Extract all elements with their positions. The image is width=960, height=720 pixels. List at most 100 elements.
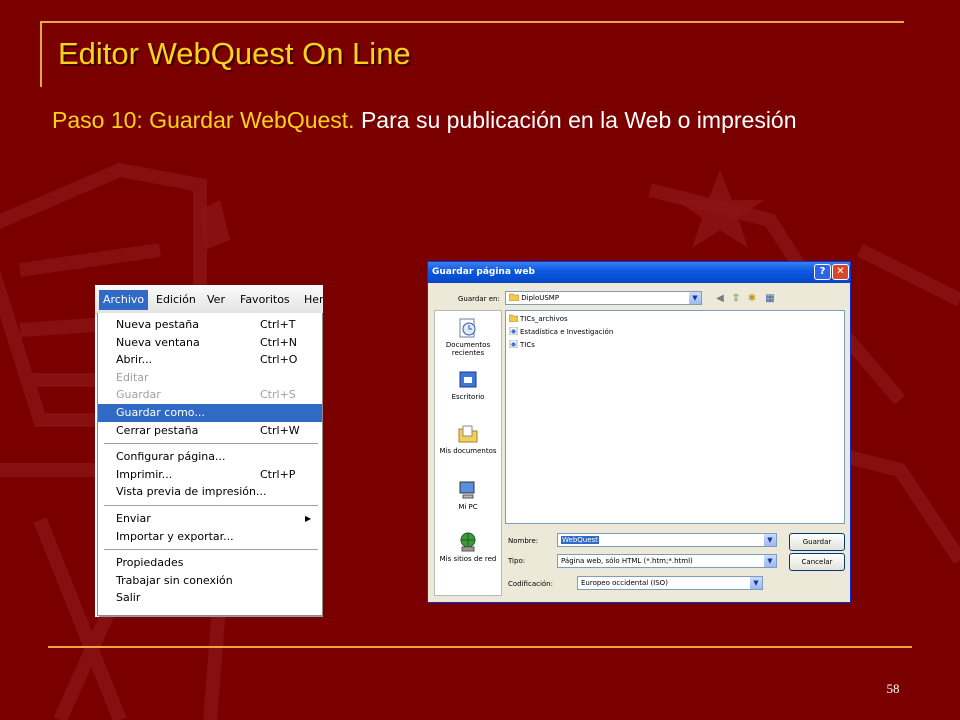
dialog-title: Guardar página web: [432, 267, 535, 277]
menu-item-configurar-pagina[interactable]: Configurar página...: [98, 448, 322, 466]
menu-edicion[interactable]: Edición: [152, 291, 200, 309]
my-computer-icon: [459, 481, 475, 499]
bottom-rule: [48, 646, 912, 648]
save-in-label: Guardar en:: [458, 295, 500, 303]
list-item[interactable]: TICs_archivos: [509, 313, 568, 325]
network-places-icon: [460, 532, 476, 552]
menu-item-shortcut: Ctrl+O: [260, 353, 298, 367]
menu-archivo[interactable]: Archivo: [99, 290, 149, 310]
save-page-dialog: Guardar página web ? ✕ Guardar en: Diplo…: [427, 261, 851, 603]
submenu-arrow-icon: ▶: [305, 513, 312, 523]
file-name: Estadística e Investigación: [520, 328, 614, 336]
file-name: TICs: [520, 341, 535, 349]
place-label: Escritorio: [451, 393, 485, 401]
encoding-value: Europeo occidental (ISO): [581, 579, 668, 587]
save-in-dropdown[interactable]: DiploUSMP ▼: [505, 291, 702, 305]
list-item[interactable]: TICs: [509, 339, 535, 351]
places-bar: Documentos recientes Escritorio Mis docu…: [434, 310, 502, 596]
file-list: TICs_archivos Estadística e Investigació…: [505, 310, 845, 524]
page-number: 58: [886, 681, 900, 696]
menu-item-nueva-ventana[interactable]: Nueva ventana Ctrl+N: [98, 334, 322, 352]
new-folder-icon[interactable]: ✱: [746, 293, 758, 305]
menu-item-guardar-como[interactable]: Guardar como...: [98, 403, 322, 422]
menu-item-trabajar-sin-conexion[interactable]: Trabajar sin conexión: [98, 572, 322, 590]
place-label: Mis sitios de red: [439, 555, 497, 563]
chevron-down-icon[interactable]: ▼: [764, 534, 776, 546]
list-item[interactable]: Estadística e Investigación: [509, 326, 613, 338]
place-escritorio[interactable]: Escritorio: [435, 369, 501, 401]
slide-title: Editor WebQuest On Line: [58, 36, 411, 71]
file-name-label: Nombre:: [508, 537, 539, 545]
menu-item-cerrar-pestana[interactable]: Cerrar pestaña Ctrl+W: [98, 422, 322, 440]
place-mis-documentos[interactable]: Mis documentos: [435, 423, 501, 455]
file-name-input[interactable]: WebQuest ▼: [557, 533, 777, 547]
file-type-select[interactable]: Página web, sólo HTML (*.htm;*.html) ▼: [557, 554, 777, 568]
place-mis-sitios-de-red[interactable]: Mis sitios de red: [435, 531, 501, 563]
up-folder-icon[interactable]: ⇧: [730, 293, 742, 305]
menu-item-abrir[interactable]: Abrir... Ctrl+O: [98, 351, 322, 369]
encoding-select[interactable]: Europeo occidental (ISO) ▼: [577, 576, 763, 590]
step-lead: Paso 10: Guardar WebQuest.: [52, 107, 355, 133]
menu-item-guardar: Guardar Ctrl+S: [98, 386, 322, 404]
step-description: Paso 10: Guardar WebQuest. Para su publi…: [52, 103, 852, 137]
top-rule: [40, 21, 904, 23]
menu-separator: [104, 443, 318, 445]
my-documents-icon: [458, 425, 478, 443]
place-label: Mi PC: [458, 503, 478, 511]
menu-item-shortcut: Ctrl+P: [260, 467, 296, 481]
place-label: Documentos recientes: [445, 341, 491, 357]
place-mi-pc[interactable]: Mi PC: [435, 479, 501, 511]
chevron-down-icon[interactable]: ▼: [689, 292, 701, 304]
menu-item-label: Importar y exportar...: [116, 529, 234, 543]
menu-item-nueva-pestana[interactable]: Nueva pestaña Ctrl+T: [98, 316, 322, 334]
file-type-label: Tipo:: [508, 557, 526, 565]
menu-item-shortcut: Ctrl+N: [260, 335, 298, 349]
folder-icon: [508, 293, 520, 302]
folder-icon: [509, 314, 518, 322]
save-in-value: DiploUSMP: [521, 294, 560, 302]
menu-item-shortcut: Ctrl+T: [260, 318, 296, 331]
left-rule: [40, 21, 42, 87]
menu-item-imprimir[interactable]: Imprimir... Ctrl+P: [98, 466, 322, 484]
help-button[interactable]: ?: [814, 264, 831, 280]
close-button[interactable]: ✕: [832, 264, 849, 280]
cancel-button[interactable]: Cancelar: [789, 553, 845, 571]
back-icon[interactable]: ◀: [714, 293, 726, 305]
encoding-label: Codificación:: [508, 580, 553, 588]
menu-item-label: Salir: [116, 591, 141, 605]
archivo-dropdown: Nueva pestaña Ctrl+T Nueva ventana Ctrl+N …: [97, 313, 323, 616]
menu-item-shortcut: Ctrl+W: [260, 423, 300, 437]
menu-item-label: Abrir...: [116, 353, 153, 367]
menu-separator: [104, 504, 318, 506]
menu-item-editar: Editar: [98, 369, 322, 387]
menu-item-label: Vista previa de impresión...: [116, 485, 267, 499]
dialog-titlebar: Guardar página web ? ✕: [428, 262, 850, 283]
menu-item-label: Enviar: [116, 511, 151, 525]
menu-item-salir[interactable]: Salir: [98, 589, 322, 607]
menu-item-importar-exportar[interactable]: Importar y exportar...: [98, 528, 322, 546]
chevron-down-icon[interactable]: ▼: [764, 555, 776, 567]
file-name: TICs_archivos: [520, 315, 568, 323]
menu-item-label: Propiedades: [116, 556, 184, 570]
recent-documents-icon: [459, 318, 476, 338]
web-page-file-icon: [509, 327, 518, 335]
menu-item-label: Nueva pestaña: [116, 318, 199, 331]
step-detail: Para su publicación en la Web o impresió…: [354, 107, 797, 133]
menu-herramientas[interactable]: Her: [300, 291, 323, 309]
file-type-value: Página web, sólo HTML (*.htm;*.html): [561, 557, 693, 565]
menu-ver[interactable]: Ver: [203, 291, 229, 309]
save-button[interactable]: Guardar: [789, 533, 845, 551]
menu-favoritos[interactable]: Favoritos: [236, 291, 294, 309]
menu-item-label: Guardar como...: [116, 405, 205, 419]
file-name-value: WebQuest: [561, 536, 599, 544]
chevron-down-icon[interactable]: ▼: [750, 577, 762, 589]
menu-item-label: Cerrar pestaña: [116, 423, 199, 437]
view-menu-icon[interactable]: ▦: [764, 293, 776, 305]
menu-item-vista-previa[interactable]: Vista previa de impresión...: [98, 483, 322, 501]
menu-item-shortcut: Ctrl+S: [260, 388, 296, 402]
place-documentos-recientes[interactable]: Documentos recientes: [435, 317, 501, 357]
menu-item-propiedades[interactable]: Propiedades: [98, 554, 322, 572]
place-label: Mis documentos: [439, 447, 497, 455]
menu-item-enviar[interactable]: Enviar ▶: [98, 510, 322, 528]
menu-item-label: Imprimir...: [116, 467, 173, 481]
